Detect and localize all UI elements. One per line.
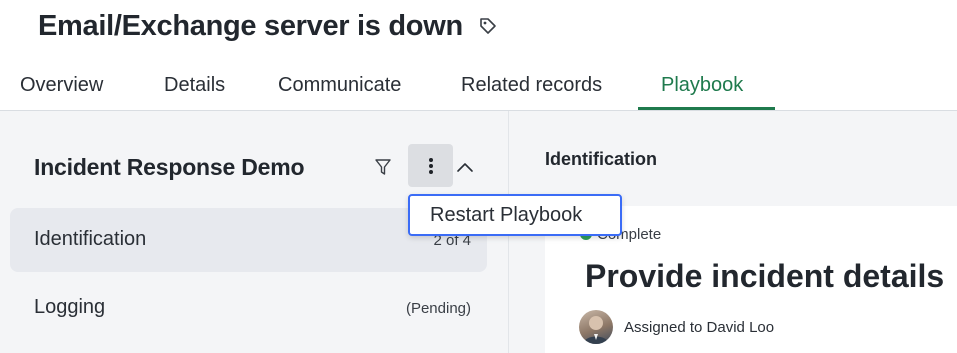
- filter-icon[interactable]: [373, 157, 393, 177]
- tab-related-records[interactable]: Related records: [461, 74, 602, 97]
- tab-overview[interactable]: Overview: [20, 74, 103, 97]
- playbook-title: Incident Response Demo: [34, 154, 305, 180]
- more-options-button[interactable]: [408, 144, 453, 187]
- context-menu: Restart Playbook: [408, 194, 622, 236]
- restart-playbook-menu-item[interactable]: Restart Playbook: [430, 204, 582, 227]
- step-label: Logging: [34, 296, 106, 318]
- active-tab-indicator: [638, 107, 775, 110]
- task-title: Provide incident details: [585, 258, 945, 294]
- step-label: Identification: [34, 228, 147, 250]
- detail-header: Identification: [509, 111, 957, 206]
- tab-bar: Overview Details Communicate Related rec…: [0, 64, 957, 111]
- more-vertical-icon: [428, 157, 433, 174]
- page-title: Email/Exchange server is down: [38, 9, 463, 42]
- section-title: Identification: [545, 149, 657, 169]
- tag-icon[interactable]: [477, 15, 499, 37]
- step-status: (Pending): [405, 300, 471, 317]
- assignee-text: Assigned to David Loo: [624, 319, 775, 336]
- tab-playbook[interactable]: Playbook: [661, 74, 743, 97]
- chevron-up-icon[interactable]: [455, 160, 475, 174]
- step-item-logging[interactable]: Logging (Pending): [10, 276, 487, 340]
- tab-details[interactable]: Details: [164, 74, 225, 97]
- tab-communicate[interactable]: Communicate: [278, 74, 401, 97]
- avatar: [579, 310, 613, 344]
- header: Email/Exchange server is down: [38, 4, 499, 48]
